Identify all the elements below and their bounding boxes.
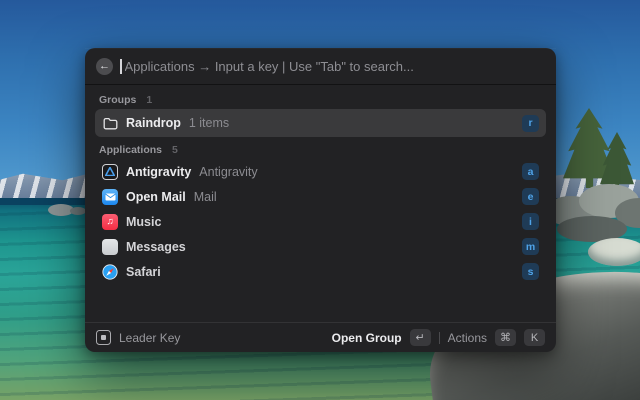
- section-label: Applications: [99, 144, 162, 156]
- key-badge: e: [522, 188, 539, 205]
- row-name: Open Mail: [126, 190, 186, 204]
- messages-app-icon: [102, 239, 118, 255]
- key-badge: a: [522, 163, 539, 180]
- k-key-icon: K: [524, 329, 545, 346]
- list-item-music[interactable]: ♫ Music i: [95, 209, 546, 234]
- list-item-open-mail[interactable]: Open Mail Mail e: [95, 184, 546, 209]
- section-header-groups: Groups 1: [99, 94, 542, 106]
- search-prompt-text: Applications → Input a key | Use "Tab" t…: [125, 59, 414, 74]
- row-name: Safari: [126, 265, 161, 279]
- section-count: 1: [146, 94, 152, 106]
- row-name: Antigravity: [126, 165, 191, 179]
- row-subtitle: 1 items: [189, 116, 229, 130]
- search-input[interactable]: ← Applications → Input a key | Use "Tab"…: [85, 48, 556, 85]
- section-count: 5: [172, 144, 178, 156]
- leader-key-window: ← Applications → Input a key | Use "Tab"…: [85, 48, 556, 352]
- key-badge: m: [522, 238, 539, 255]
- mail-app-icon: [102, 189, 118, 205]
- command-key-icon: ⌘: [495, 329, 516, 346]
- leader-key-app-icon: [96, 330, 111, 345]
- row-subtitle: Antigravity: [199, 165, 257, 179]
- list-item-safari[interactable]: Safari s: [95, 259, 546, 284]
- white-boulder: [588, 238, 640, 266]
- back-arrow-icon: ←: [99, 61, 110, 72]
- list-item-antigravity[interactable]: Antigravity Antigravity a: [95, 159, 546, 184]
- key-badge: s: [522, 263, 539, 280]
- antigravity-app-icon: [102, 164, 118, 180]
- folder-icon: [102, 115, 118, 131]
- safari-app-icon: [102, 264, 118, 280]
- enter-key-icon: ↵: [410, 329, 431, 346]
- footer-divider: [439, 332, 440, 344]
- music-app-icon: ♫: [102, 214, 118, 230]
- status-bar: Leader Key Open Group ↵ Actions ⌘ K: [85, 322, 556, 352]
- open-group-label: Open Group: [332, 331, 402, 345]
- text-caret: [120, 59, 122, 74]
- section-label: Groups: [99, 94, 136, 106]
- row-subtitle: Mail: [194, 190, 217, 204]
- row-name: Messages: [126, 240, 186, 254]
- list-item-raindrop[interactable]: Raindrop 1 items r: [95, 109, 546, 137]
- small-rock: [70, 207, 86, 215]
- actions-button[interactable]: Actions: [448, 331, 487, 345]
- row-name: Music: [126, 215, 161, 229]
- row-name: Raindrop: [126, 116, 181, 130]
- key-badge: r: [522, 115, 539, 132]
- app-name: Leader Key: [119, 331, 180, 345]
- key-badge: i: [522, 213, 539, 230]
- back-button[interactable]: ←: [96, 58, 113, 75]
- results-list: Groups 1 Raindrop 1 items r Applications…: [85, 85, 556, 322]
- list-item-messages[interactable]: Messages m: [95, 234, 546, 259]
- section-header-applications: Applications 5: [99, 144, 542, 156]
- shore-rocks: [545, 182, 640, 240]
